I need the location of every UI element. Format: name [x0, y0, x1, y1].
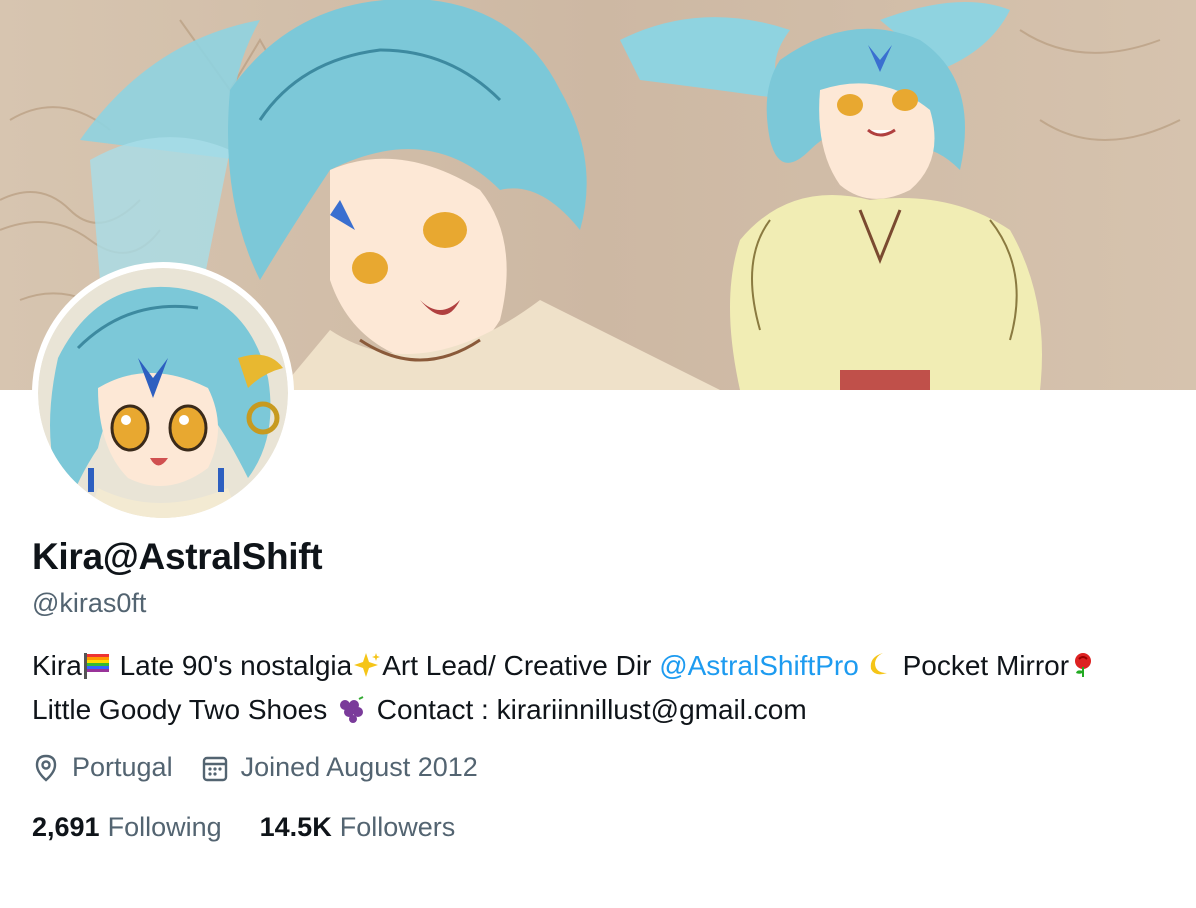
followers-link[interactable]: 14.5K Followers [260, 812, 456, 843]
sparkles-icon [352, 650, 382, 690]
crescent-moon-icon [859, 650, 895, 690]
profile-avatar[interactable] [32, 262, 294, 524]
profile-page: Kira@AstralShift @kiras0ft Kira Late 90'… [0, 0, 1196, 908]
mention-link[interactable]: @AstralShiftPro [659, 650, 859, 681]
profile-bio: Kira Late 90's nostalgia Art Lead/ Creati… [32, 646, 1152, 734]
rainbow-flag-icon [82, 650, 112, 690]
grapes-icon [335, 694, 369, 734]
profile-meta: Portugal Joined August 2012 [32, 752, 506, 783]
bio-text-6: Contact : kirariinnillust@gmail.com [369, 694, 807, 725]
rose-icon [1069, 650, 1097, 690]
following-count: 2,691 [32, 812, 100, 842]
following-label: Following [107, 812, 222, 842]
bio-text-2: Late 90's nostalgia [111, 650, 353, 681]
user-handle: @kiras0ft [32, 588, 147, 618]
joined-date-text: Joined August 2012 [240, 752, 478, 782]
follow-stats: 2,691 Following 14.5K Followers [32, 812, 493, 843]
following-link[interactable]: 2,691 Following [32, 812, 222, 843]
calendar-icon [202, 756, 227, 781]
display-name: Kira@AstralShift [32, 536, 323, 577]
followers-label: Followers [339, 812, 456, 842]
location-pin-icon [35, 754, 57, 782]
followers-count: 14.5K [259, 812, 332, 842]
joined-item: Joined August 2012 [201, 752, 478, 783]
bio-text-4: Pocket Mirror [894, 650, 1070, 681]
bio-text-5: Little Goody Two Shoes [32, 694, 335, 725]
location-text: Portugal [72, 752, 173, 782]
location-item: Portugal [32, 752, 173, 783]
bio-text-3: Art Lead/ Creative Dir [382, 650, 660, 681]
bio-text-1: Kira [32, 650, 82, 681]
